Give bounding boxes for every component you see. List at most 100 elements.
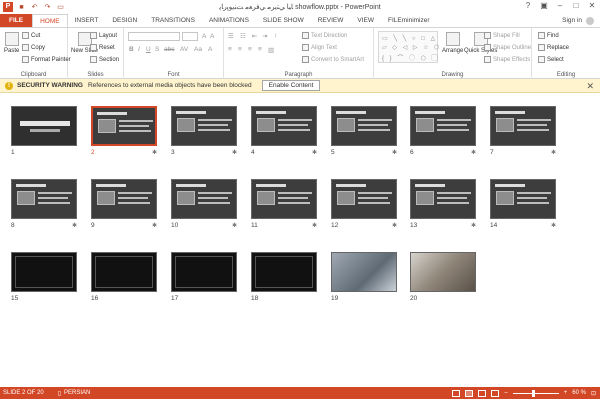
slide-thumbnail[interactable]: 3 ✱ xyxy=(171,106,237,156)
bullets-icon[interactable]: ☰ xyxy=(228,32,234,40)
transition-star-icon[interactable]: ✱ xyxy=(312,149,317,156)
shape-outline-button[interactable]: Shape Outline xyxy=(484,44,531,51)
ribbon-display-icon[interactable]: ▣ xyxy=(536,0,552,12)
slide-sorter-view-icon[interactable] xyxy=(465,389,474,397)
zoom-level[interactable]: 60 % xyxy=(572,390,586,396)
slide-thumbnail[interactable]: 14 ✱ xyxy=(490,179,556,229)
slide-thumbnail[interactable]: 12 ✱ xyxy=(331,179,397,229)
slide-preview[interactable] xyxy=(171,252,237,292)
justify-icon[interactable]: ≡ xyxy=(258,46,262,53)
slide-preview[interactable] xyxy=(171,106,237,146)
maximize-icon[interactable]: □ xyxy=(568,0,584,12)
close-icon[interactable]: ✕ xyxy=(586,81,594,92)
slide-preview[interactable] xyxy=(171,179,237,219)
reading-view-icon[interactable] xyxy=(478,389,487,397)
slide-preview[interactable] xyxy=(91,179,157,219)
slide-thumbnail[interactable]: 1 xyxy=(11,106,77,156)
align-center-icon[interactable]: ≡ xyxy=(238,46,242,53)
slideshow-view-icon[interactable] xyxy=(491,389,500,397)
tab-fileminimizer[interactable]: FILEminimizer xyxy=(381,14,437,27)
reset-button[interactable]: Reset xyxy=(90,44,115,51)
tab-animations[interactable]: ANIMATIONS xyxy=(202,14,256,27)
grow-font-icon[interactable]: A xyxy=(202,33,206,40)
select-button[interactable]: Select xyxy=(538,56,564,63)
normal-view-icon[interactable] xyxy=(452,389,461,397)
slide-preview[interactable] xyxy=(11,252,77,292)
sign-in-label[interactable]: Sign in xyxy=(562,14,582,27)
align-right-icon[interactable]: ≡ xyxy=(248,46,252,53)
shrink-font-icon[interactable]: A xyxy=(210,33,214,40)
cut-button[interactable]: Cut xyxy=(22,32,40,39)
transition-star-icon[interactable]: ✱ xyxy=(152,222,157,229)
slide-preview[interactable] xyxy=(331,252,397,292)
font-size-box[interactable] xyxy=(182,32,198,41)
slide-preview[interactable] xyxy=(11,106,77,146)
slide-preview[interactable] xyxy=(331,179,397,219)
transition-star-icon[interactable]: ✱ xyxy=(551,222,556,229)
tab-review[interactable]: REVIEW xyxy=(311,14,351,27)
transition-star-icon[interactable]: ✱ xyxy=(392,149,397,156)
avatar[interactable] xyxy=(586,16,594,25)
columns-icon[interactable]: ▥ xyxy=(268,46,274,54)
transition-star-icon[interactable]: ✱ xyxy=(72,222,77,229)
numbering-icon[interactable]: ☷ xyxy=(240,32,246,40)
close-icon[interactable]: ✕ xyxy=(584,0,600,12)
slide-preview[interactable] xyxy=(251,179,317,219)
slide-thumbnail[interactable]: 7 ✱ xyxy=(490,106,556,156)
align-text-button[interactable]: Align Text xyxy=(302,44,337,51)
change-case-icon[interactable]: Aa xyxy=(194,46,202,53)
convert-smartart-button[interactable]: Convert to SmartArt xyxy=(302,56,364,63)
zoom-in-icon[interactable]: + xyxy=(564,390,568,396)
copy-button[interactable]: Copy xyxy=(22,44,45,51)
slide-thumbnail[interactable]: 16 xyxy=(91,252,157,302)
slide-thumbnail[interactable]: 17 xyxy=(171,252,237,302)
paste-button[interactable]: Paste xyxy=(4,32,19,54)
transition-star-icon[interactable]: ✱ xyxy=(152,149,157,156)
transition-star-icon[interactable]: ✱ xyxy=(312,222,317,229)
zoom-out-icon[interactable]: – xyxy=(504,390,507,396)
slide-preview[interactable] xyxy=(251,252,317,292)
transition-star-icon[interactable]: ✱ xyxy=(232,149,237,156)
transition-star-icon[interactable]: ✱ xyxy=(551,149,556,156)
align-left-icon[interactable]: ≡ xyxy=(228,46,232,53)
shape-effects-button[interactable]: Shape Effects xyxy=(484,56,530,63)
sign-in[interactable]: Sign in xyxy=(562,14,594,27)
font-color-icon[interactable]: A xyxy=(208,46,212,53)
section-button[interactable]: Section xyxy=(90,56,119,63)
slide-thumbnail[interactable]: 8 ✱ xyxy=(11,179,77,229)
slide-thumbnail[interactable]: 19 xyxy=(331,252,397,302)
slide-preview[interactable] xyxy=(410,252,476,292)
bold-icon[interactable]: B xyxy=(129,46,134,53)
slide-thumbnail[interactable]: 10 ✱ xyxy=(171,179,237,229)
minimize-icon[interactable]: – xyxy=(552,0,568,12)
shape-fill-button[interactable]: Shape Fill xyxy=(484,32,520,39)
strikethrough-icon[interactable]: abc xyxy=(164,46,174,53)
tab-insert[interactable]: INSERT xyxy=(68,14,106,27)
character-spacing-icon[interactable]: AV xyxy=(180,46,188,53)
slide-preview[interactable] xyxy=(410,106,476,146)
underline-icon[interactable]: U xyxy=(146,46,151,53)
format-painter-button[interactable]: Format Painter xyxy=(22,56,71,63)
slide-preview[interactable] xyxy=(410,179,476,219)
slide-thumbnail[interactable]: 2 ✱ xyxy=(91,106,157,156)
shapes-gallery[interactable]: ▭ ╲ ╲ ○ □ △ ▱ ◇ ◁ ▷ ☆ ⬡ { } ⌒ ◯ ⬠ ▢ xyxy=(378,31,439,63)
slide-preview[interactable] xyxy=(251,106,317,146)
transition-star-icon[interactable]: ✱ xyxy=(471,222,476,229)
zoom-slider[interactable] xyxy=(512,389,559,397)
tab-home[interactable]: HOME xyxy=(32,14,68,27)
slide-thumbnail[interactable]: 11 ✱ xyxy=(251,179,317,229)
slide-preview[interactable] xyxy=(91,252,157,292)
tab-design[interactable]: DESIGN xyxy=(105,14,144,27)
find-button[interactable]: Find xyxy=(538,32,559,39)
tab-view[interactable]: VIEW xyxy=(350,14,381,27)
help-icon[interactable]: ? xyxy=(520,0,536,12)
slide-preview[interactable] xyxy=(91,106,157,146)
transition-star-icon[interactable]: ✱ xyxy=(471,149,476,156)
zoom-slider-thumb[interactable] xyxy=(531,389,535,397)
slide-thumbnail[interactable]: 18 xyxy=(251,252,317,302)
slide-preview[interactable] xyxy=(490,106,556,146)
tab-slide-show[interactable]: SLIDE SHOW xyxy=(256,14,311,27)
language-indicator[interactable]: ▯ PERSIAN xyxy=(58,390,91,397)
line-spacing-icon[interactable]: ↕ xyxy=(274,32,277,39)
slide-thumbnail[interactable]: 5 ✱ xyxy=(331,106,397,156)
